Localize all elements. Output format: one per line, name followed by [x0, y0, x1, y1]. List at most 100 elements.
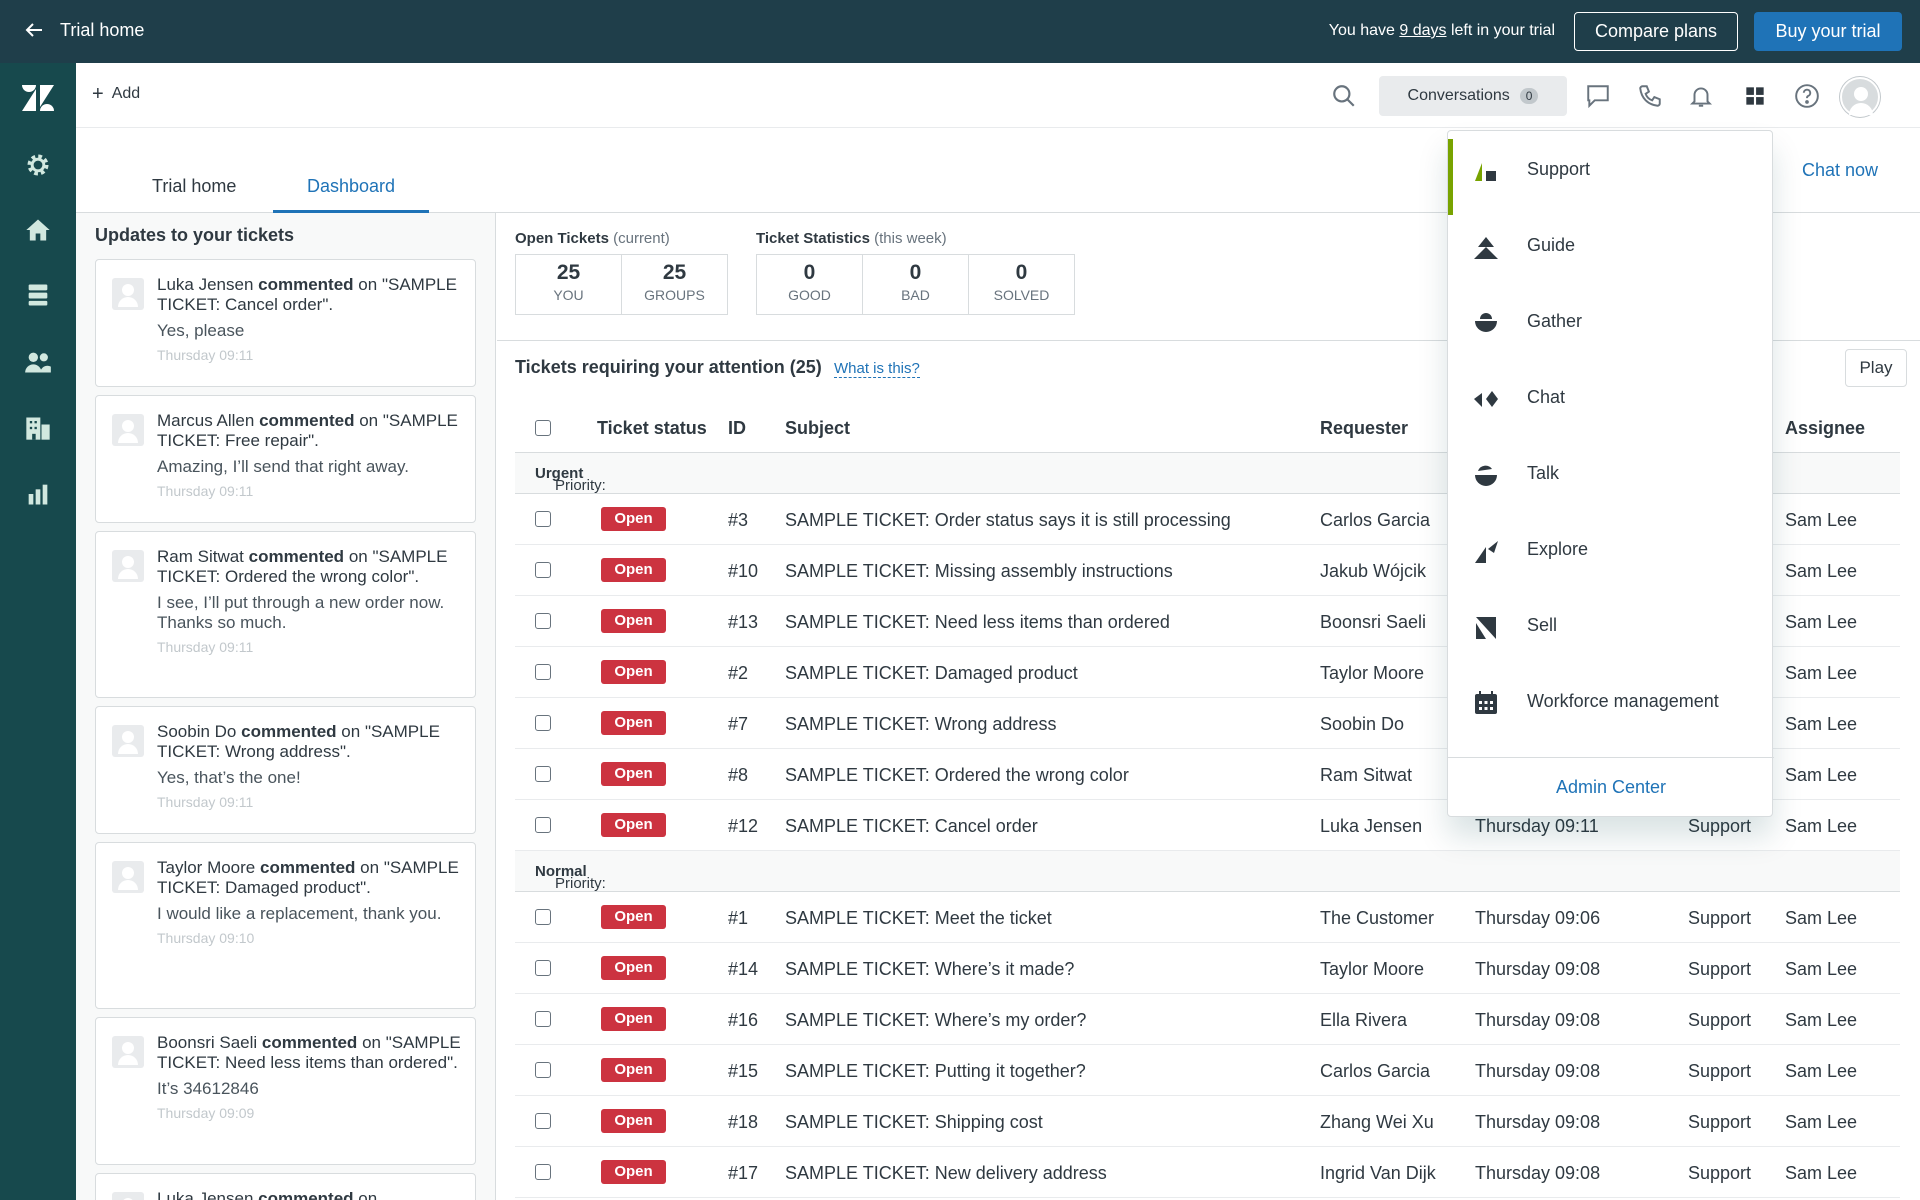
ticket-requester[interactable]: Ingrid Van Dijk [1320, 1163, 1436, 1184]
update-card[interactable]: Ram Sitwat commented on "SAMPLE TICKET: … [95, 531, 476, 698]
ticket-subject[interactable]: SAMPLE TICKET: Damaged product [785, 663, 1078, 684]
update-card[interactable]: Taylor Moore commented on "SAMPLE TICKET… [95, 842, 476, 1009]
table-row[interactable]: Open #15 SAMPLE TICKET: Putting it togethe… [515, 1045, 1900, 1096]
update-card[interactable]: Marcus Allen commented on "SAMPLE TICKET… [95, 395, 476, 523]
home-icon[interactable] [24, 216, 52, 244]
table-row[interactable]: Open #17 SAMPLE TICKET: New delivery addre… [515, 1147, 1900, 1198]
table-row[interactable]: Open #16 SAMPLE TICKET: Where’s my order? E… [515, 994, 1900, 1045]
reporting-icon[interactable] [24, 480, 52, 508]
row-checkbox[interactable] [535, 960, 551, 976]
ticket-requester[interactable]: Taylor Moore [1320, 663, 1424, 684]
views-icon[interactable] [24, 281, 52, 309]
ticket-requester[interactable]: The Customer [1320, 908, 1434, 929]
tab-dashboard[interactable]: Dashboard [273, 176, 430, 213]
product-talk[interactable]: Talk [1448, 435, 1774, 511]
product-workforce-management[interactable]: Workforce management [1448, 663, 1774, 739]
row-checkbox[interactable] [535, 817, 551, 833]
ticket-requester[interactable]: Taylor Moore [1320, 959, 1424, 980]
customers-icon[interactable] [24, 348, 52, 376]
row-checkbox[interactable] [535, 562, 551, 578]
product-support[interactable]: Support [1448, 131, 1774, 215]
ticket-requester[interactable]: Carlos Garcia [1320, 1061, 1430, 1082]
ticket-subject[interactable]: SAMPLE TICKET: New delivery address [785, 1163, 1107, 1184]
product-explore[interactable]: Explore [1448, 511, 1774, 587]
stat-solved[interactable]: 0 SOLVED [968, 254, 1075, 315]
ticket-requester[interactable]: Luka Jensen [1320, 816, 1422, 837]
zendesk-logo-icon[interactable] [20, 83, 56, 113]
stat-good[interactable]: 0 GOOD [756, 254, 863, 315]
ticket-subject[interactable]: SAMPLE TICKET: Shipping cost [785, 1112, 1043, 1133]
row-checkbox[interactable] [535, 511, 551, 527]
product-sell[interactable]: Sell [1448, 587, 1774, 663]
stat-bad[interactable]: 0 BAD [862, 254, 969, 315]
organizations-icon[interactable] [24, 414, 52, 442]
col-subject[interactable]: Subject [785, 418, 850, 439]
table-row[interactable]: Open #18 SAMPLE TICKET: Shipping cost Zhang… [515, 1096, 1900, 1147]
ticket-subject[interactable]: SAMPLE TICKET: Where’s it made? [785, 959, 1074, 980]
trial-suffix: left in your trial [1446, 22, 1555, 39]
play-button[interactable]: Play [1845, 349, 1907, 387]
col-id[interactable]: ID [728, 418, 746, 439]
row-checkbox[interactable] [535, 1062, 551, 1078]
user-avatar[interactable] [1840, 77, 1880, 117]
ticket-subject[interactable]: SAMPLE TICKET: Cancel order [785, 816, 1038, 837]
conversations-button[interactable]: Conversations 0 [1379, 76, 1567, 116]
ticket-requester[interactable]: Boonsri Saeli [1320, 612, 1426, 633]
update-card[interactable]: Soobin Do commented on "SAMPLE TICKET: W… [95, 706, 476, 834]
ticket-subject[interactable]: SAMPLE TICKET: Missing assembly instruct… [785, 561, 1173, 582]
row-checkbox[interactable] [535, 664, 551, 680]
tab-trial-home[interactable]: Trial home [152, 176, 236, 213]
back-to-trial-home[interactable]: Trial home [22, 18, 144, 42]
select-all-checkbox[interactable] [535, 420, 551, 436]
product-guide[interactable]: Guide [1448, 207, 1774, 283]
update-card[interactable]: Boonsri Saeli commented on "SAMPLE TICKE… [95, 1017, 476, 1165]
stat-open-you[interactable]: 25 YOU [515, 254, 622, 315]
product-gather[interactable]: Gather [1448, 283, 1774, 359]
ticket-requester[interactable]: Soobin Do [1320, 714, 1404, 735]
update-card[interactable]: Luka Jensen commented on "SAMPLE TICKET:… [95, 259, 476, 387]
ticket-subject[interactable]: SAMPLE TICKET: Putting it together? [785, 1061, 1086, 1082]
row-checkbox[interactable] [535, 909, 551, 925]
status-badge: Open [601, 660, 666, 684]
ticket-requester[interactable]: Carlos Garcia [1320, 510, 1430, 531]
what-is-this-link[interactable]: What is this? [834, 360, 920, 378]
row-checkbox[interactable] [535, 1164, 551, 1180]
ticket-subject[interactable]: SAMPLE TICKET: Need less items than orde… [785, 612, 1170, 633]
ticket-requester[interactable]: Ella Rivera [1320, 1010, 1407, 1031]
ticket-subject[interactable]: SAMPLE TICKET: Ordered the wrong color [785, 765, 1129, 786]
chat-bubble-icon[interactable] [1585, 83, 1611, 109]
row-checkbox[interactable] [535, 1011, 551, 1027]
row-checkbox[interactable] [535, 613, 551, 629]
trial-days-link[interactable]: 9 days [1399, 22, 1446, 39]
col-ticket-status[interactable]: Ticket status [597, 418, 707, 439]
notification-bell-icon[interactable] [1688, 83, 1714, 109]
ticket-subject[interactable]: SAMPLE TICKET: Where’s my order? [785, 1010, 1086, 1031]
phone-icon[interactable] [1637, 83, 1663, 109]
ticket-subject[interactable]: SAMPLE TICKET: Meet the ticket [785, 908, 1052, 929]
update-card[interactable]: Luka Jensen commented on [95, 1173, 476, 1200]
ticket-requester[interactable]: Zhang Wei Xu [1320, 1112, 1434, 1133]
row-checkbox[interactable] [535, 766, 551, 782]
product-chat[interactable]: Chat [1448, 359, 1774, 435]
table-row[interactable]: Open #14 SAMPLE TICKET: Where’s it made? Ta… [515, 943, 1900, 994]
buy-trial-button[interactable]: Buy your trial [1754, 12, 1902, 51]
ticket-subject[interactable]: SAMPLE TICKET: Order status says it is s… [785, 510, 1231, 531]
col-requester[interactable]: Requester [1320, 418, 1408, 439]
ticket-assignee: Sam Lee [1785, 765, 1858, 785]
row-checkbox[interactable] [535, 715, 551, 731]
ticket-requester[interactable]: Ram Sitwat [1320, 765, 1412, 786]
product-tray-grid-icon[interactable] [1742, 83, 1768, 109]
ticket-requester[interactable]: Jakub Wójcik [1320, 561, 1426, 582]
settings-gear-icon[interactable] [24, 151, 52, 179]
col-assignee[interactable]: Assignee [1785, 418, 1865, 439]
admin-center-link[interactable]: Admin Center [1448, 757, 1774, 817]
add-button[interactable]: + Add [92, 84, 140, 104]
chat-now-link[interactable]: Chat now [1802, 160, 1878, 181]
help-icon[interactable] [1794, 83, 1820, 109]
search-icon[interactable] [1331, 83, 1357, 109]
ticket-subject[interactable]: SAMPLE TICKET: Wrong address [785, 714, 1056, 735]
compare-plans-button[interactable]: Compare plans [1574, 12, 1738, 51]
stat-open-groups[interactable]: 25 GROUPS [621, 254, 728, 315]
row-checkbox[interactable] [535, 1113, 551, 1129]
table-row[interactable]: Open #1 SAMPLE TICKET: Meet the ticket The … [515, 892, 1900, 943]
